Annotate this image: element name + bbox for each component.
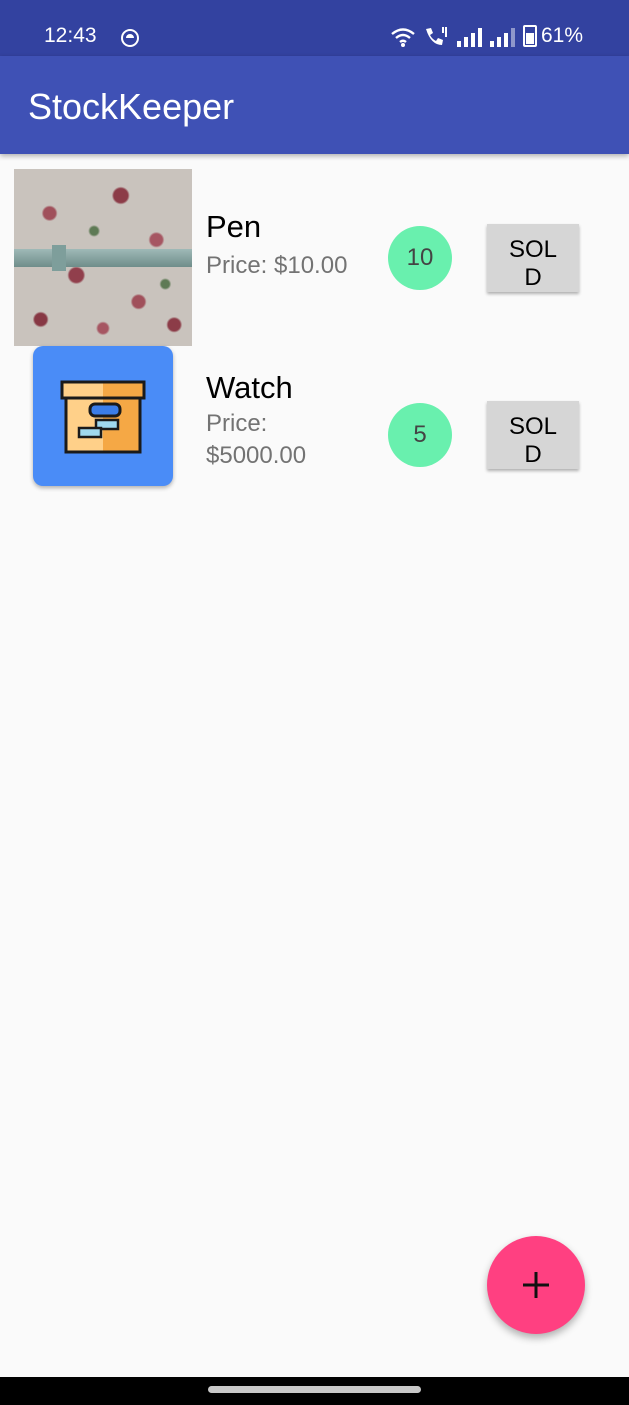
battery-percent: 61% — [540, 24, 583, 47]
pen-photo — [14, 169, 192, 346]
inventory-box-icon — [33, 346, 173, 486]
pen-body — [14, 249, 192, 267]
signal-icon — [456, 27, 482, 47]
sold-button[interactable]: SOLD — [487, 401, 579, 469]
quantity-badge: 10 — [388, 226, 452, 290]
sold-button[interactable]: SOLD — [487, 224, 579, 292]
plus-icon — [523, 1272, 549, 1298]
wifi-call-icon — [425, 27, 447, 45]
status-time: 12:43 — [44, 24, 97, 47]
app-bar: StockKeeper — [0, 56, 629, 154]
box-icon — [60, 380, 146, 454]
status-bar: 12:43 61% — [0, 0, 629, 56]
signal-icon — [489, 27, 515, 47]
product-price: Price: $5000.00 — [206, 410, 307, 469]
add-product-button[interactable] — [487, 1236, 585, 1334]
wifi-icon — [391, 28, 415, 47]
pen-cap — [52, 245, 66, 271]
quantity-badge: 5 — [388, 403, 452, 467]
list-item[interactable]: Pen Price: $10.00 10 SOLD — [0, 154, 629, 346]
face-icon — [121, 29, 139, 47]
sold-button-label: SOLD — [508, 236, 558, 291]
product-name: Pen — [206, 209, 262, 244]
product-name: Watch — [206, 370, 293, 405]
product-list: Pen Price: $10.00 10 SOLD Watch Price: $… — [0, 154, 629, 504]
list-item[interactable]: Watch Price: $5000.00 5 SOLD — [0, 334, 629, 504]
product-price: Price: $10.00 — [206, 252, 348, 279]
home-gesture-handle[interactable] — [208, 1386, 421, 1393]
app-title: StockKeeper — [28, 86, 235, 127]
status-icons: 61% — [391, 25, 583, 47]
battery-icon — [522, 25, 537, 47]
sold-button-label: SOLD — [508, 413, 558, 468]
navigation-bar — [0, 1377, 629, 1405]
